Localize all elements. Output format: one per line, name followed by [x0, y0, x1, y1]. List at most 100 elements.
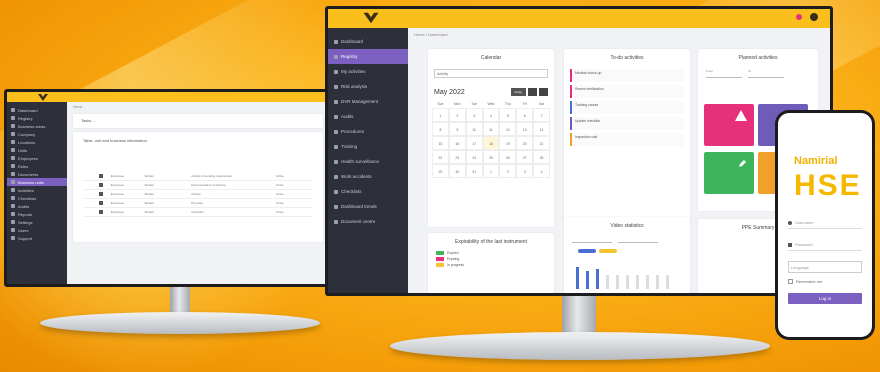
- calendar-day[interactable]: 25: [482, 150, 500, 164]
- left-sidebar-item[interactable]: Documents: [7, 170, 67, 178]
- calendar-day[interactable]: 31: [465, 164, 483, 178]
- calendar-day[interactable]: 17: [465, 136, 483, 150]
- main-sidebar-item[interactable]: Work accidents: [328, 169, 408, 184]
- planned-to[interactable]: To: [748, 69, 784, 78]
- calendar-day[interactable]: 29: [432, 164, 449, 178]
- calendar-day[interactable]: 1: [432, 108, 449, 122]
- left-sidebar-item[interactable]: Locations: [7, 138, 67, 146]
- video-filter-to[interactable]: [618, 235, 658, 243]
- left-sidebar-item[interactable]: Checklists: [7, 194, 67, 202]
- left-sidebar-item[interactable]: Business areas: [7, 122, 67, 130]
- row-icon[interactable]: [99, 174, 103, 178]
- user-icon[interactable]: [810, 13, 818, 21]
- table-row[interactable]: Employee Worker Pre-load Active: [83, 199, 313, 208]
- table-row[interactable]: Employee Worker Activity of working requir…: [83, 172, 313, 181]
- main-sidebar-item[interactable]: DVR Management: [328, 94, 408, 109]
- calendar-day[interactable]: 6: [516, 108, 534, 122]
- calendar-day[interactable]: 23: [448, 150, 466, 164]
- calendar-day[interactable]: 1: [482, 164, 500, 178]
- calendar-day[interactable]: 4: [533, 164, 550, 178]
- table-row[interactable]: Employee Worker Activity Active: [83, 190, 313, 199]
- phone-language-select[interactable]: Language: [788, 261, 862, 273]
- calendar-day[interactable]: 27: [516, 150, 534, 164]
- calendar-day[interactable]: 13: [516, 122, 534, 136]
- calendar-day[interactable]: 22: [432, 150, 449, 164]
- main-sidebar-item[interactable]: Risk analysis: [328, 79, 408, 94]
- left-sidebar-item[interactable]: Users: [7, 226, 67, 234]
- calendar-day[interactable]: 14: [533, 122, 550, 136]
- calendar-day[interactable]: 5: [499, 108, 517, 122]
- calendar-day[interactable]: 2: [448, 108, 466, 122]
- left-sidebar-item[interactable]: Units: [7, 146, 67, 154]
- todo-item[interactable]: Renew certification: [570, 85, 684, 98]
- left-sidebar-item[interactable]: Support: [7, 234, 67, 242]
- phone-remember-row[interactable]: Remember me: [788, 279, 822, 284]
- calendar-next-button[interactable]: [539, 88, 548, 96]
- remember-checkbox[interactable]: [788, 279, 793, 284]
- main-sidebar-label: Audits: [341, 114, 354, 119]
- phone-username-field[interactable]: Username: [788, 217, 862, 229]
- main-sidebar-item[interactable]: Registry: [328, 49, 408, 64]
- calendar-day[interactable]: 2: [499, 164, 517, 178]
- todo-item[interactable]: Training course: [570, 101, 684, 114]
- calendar-day[interactable]: 26: [499, 150, 517, 164]
- left-sidebar-item[interactable]: Registry: [7, 114, 67, 122]
- left-sidebar-item[interactable]: Dashboard: [7, 106, 67, 114]
- left-sidebar-item[interactable]: Business units: [7, 178, 67, 186]
- main-sidebar-item[interactable]: Dashboard trends: [328, 199, 408, 214]
- main-sidebar-item[interactable]: Audits: [328, 109, 408, 124]
- calendar-day[interactable]: 30: [448, 164, 466, 178]
- left-sidebar-item[interactable]: Audits: [7, 202, 67, 210]
- row-icon[interactable]: [99, 210, 103, 214]
- menu-item-icon: [334, 204, 338, 209]
- calendar-prev-button[interactable]: [528, 88, 537, 96]
- calendar-day[interactable]: 12: [499, 122, 517, 136]
- calendar-day[interactable]: 16: [448, 136, 466, 150]
- video-filter-from[interactable]: [572, 235, 612, 243]
- calendar-day[interactable]: 3: [465, 108, 483, 122]
- todo-item[interactable]: Inspection visit: [570, 133, 684, 146]
- calendar-day[interactable]: 10: [465, 122, 483, 136]
- table-row[interactable]: Employee Worker Documentation of training A…: [83, 181, 313, 190]
- main-sidebar-item[interactable]: Procedures: [328, 124, 408, 139]
- left-sidebar-item[interactable]: Reports: [7, 210, 67, 218]
- calendar-today-button[interactable]: today: [510, 88, 526, 96]
- todo-item[interactable]: Medical check-up: [570, 69, 684, 82]
- calendar-day[interactable]: 19: [499, 136, 517, 150]
- planned-from[interactable]: From: [706, 69, 742, 78]
- left-sidebar-item[interactable]: Roles: [7, 162, 67, 170]
- main-sidebar-item[interactable]: Training: [328, 139, 408, 154]
- phone-password-field[interactable]: Password: [788, 239, 862, 251]
- main-sidebar-item[interactable]: My activities: [328, 64, 408, 79]
- calendar-day[interactable]: 24: [465, 150, 483, 164]
- calendar-day[interactable]: 9: [448, 122, 466, 136]
- tile-completed[interactable]: [704, 152, 754, 194]
- main-sidebar-item[interactable]: Health surveillance: [328, 154, 408, 169]
- left-sidebar-item[interactable]: Settings: [7, 218, 67, 226]
- calendar-day[interactable]: 18: [482, 136, 500, 150]
- main-sidebar-item[interactable]: Document centre: [328, 214, 408, 229]
- calendar-day[interactable]: 11: [482, 122, 500, 136]
- table-row[interactable]: Employee Worker Checklist Active: [83, 208, 313, 217]
- tile-not-planned[interactable]: [704, 104, 754, 146]
- todo-item[interactable]: Update checklist: [570, 117, 684, 130]
- calendar-day[interactable]: 15: [432, 136, 449, 150]
- calendar-day[interactable]: 3: [516, 164, 534, 178]
- row-icon[interactable]: [99, 192, 103, 196]
- main-sidebar-item[interactable]: Dashboard: [328, 34, 408, 49]
- left-sidebar-item[interactable]: Activities: [7, 186, 67, 194]
- calendar-filter[interactable]: Activity: [434, 69, 548, 78]
- left-sidebar-item[interactable]: Company: [7, 130, 67, 138]
- row-icon[interactable]: [99, 201, 103, 205]
- phone-login-button[interactable]: Log in: [788, 293, 862, 304]
- calendar-day[interactable]: 7: [533, 108, 550, 122]
- calendar-day[interactable]: 4: [482, 108, 500, 122]
- calendar-day[interactable]: 28: [533, 150, 550, 164]
- calendar-day[interactable]: 20: [516, 136, 534, 150]
- calendar-day[interactable]: 21: [533, 136, 550, 150]
- notification-icon[interactable]: [796, 14, 802, 20]
- row-icon[interactable]: [99, 183, 103, 187]
- calendar-day[interactable]: 8: [432, 122, 449, 136]
- left-sidebar-item[interactable]: Employees: [7, 154, 67, 162]
- main-sidebar-item[interactable]: Checklists: [328, 184, 408, 199]
